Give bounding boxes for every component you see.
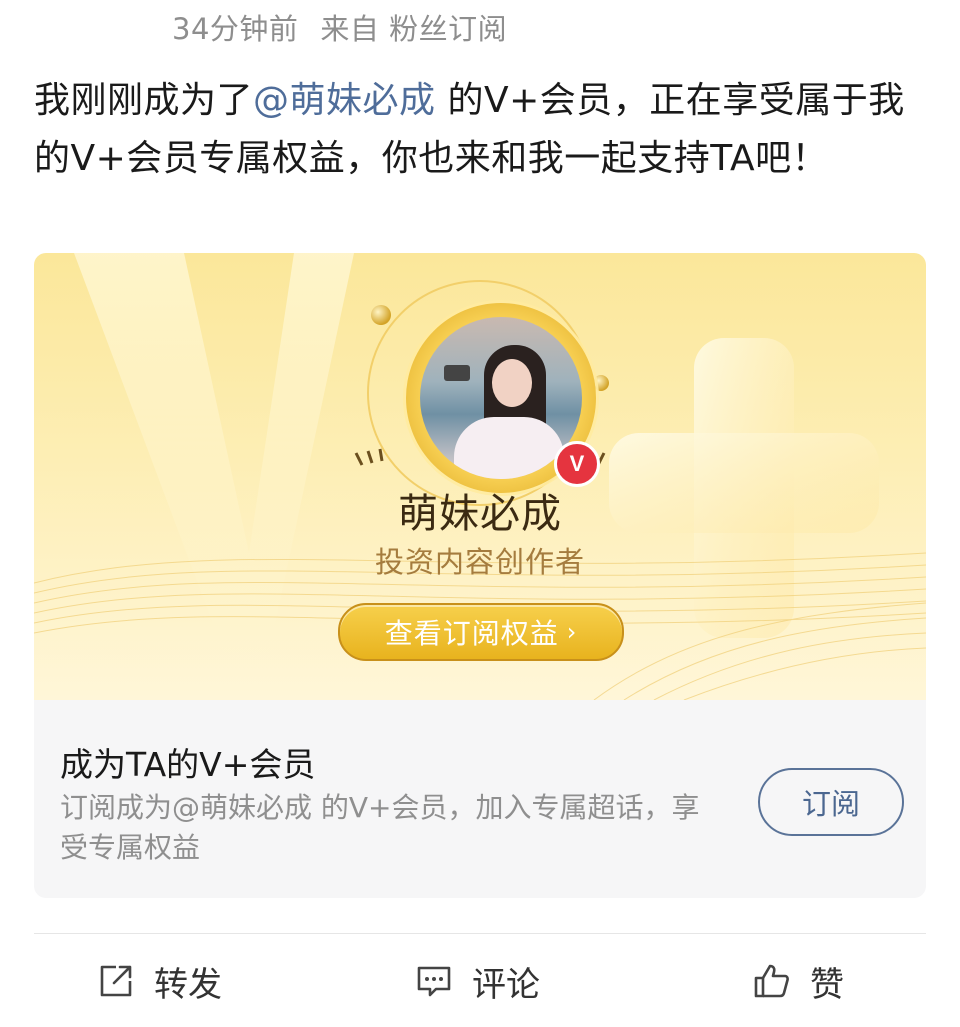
creator-avatar-frame[interactable]: V <box>398 295 604 501</box>
creator-role: 投资内容创作者 <box>374 545 585 579</box>
gold-orb-left <box>371 305 391 325</box>
vplus-banner[interactable]: V 萌妹必成 投资内容创作者 查看订阅权益 › <box>34 253 926 700</box>
view-benefits-label: 查看订阅权益 <box>384 617 559 650</box>
mention-link[interactable]: @萌妹必成 <box>253 80 436 121</box>
like-button[interactable]: 赞 <box>752 958 844 1005</box>
comment-label: 评论 <box>472 964 540 1005</box>
post-meta: 34分钟前 来自 粉丝订阅 <box>172 6 529 48</box>
view-benefits-button[interactable]: 查看订阅权益 › <box>338 603 624 661</box>
divider <box>34 933 926 934</box>
subscribe-title: 成为TA的V+会员 <box>60 745 316 784</box>
subscribe-button[interactable]: 订阅 <box>758 768 904 836</box>
comment-button[interactable]: 评论 <box>414 958 540 1005</box>
subscribe-description: 订阅成为@萌妹必成 的V+会员，加入专属超话，享受专属权益 <box>60 791 700 864</box>
repost-button[interactable]: 转发 <box>96 958 222 1005</box>
post-text-before: 我刚刚成为了 <box>34 80 254 121</box>
like-label: 赞 <box>810 964 844 1005</box>
repost-label: 转发 <box>154 964 222 1005</box>
post-source: 来自 粉丝订阅 <box>320 12 508 46</box>
share-icon <box>100 965 132 997</box>
post-text: 我刚刚成为了@萌妹必成 的V+会员，正在享受属于我的V+会员专属权益，你也来和我… <box>34 72 914 188</box>
subscribe-card: 成为TA的V+会员 订阅成为@萌妹必成 的V+会员，加入专属超话，享受专属权益 … <box>34 700 926 898</box>
thumbs-up-icon <box>754 964 789 998</box>
chevron-right-icon: › <box>566 618 578 646</box>
comment-icon <box>417 966 451 997</box>
post-time: 34分钟前 <box>172 12 299 46</box>
creator-name: 萌妹必成 <box>398 491 562 537</box>
